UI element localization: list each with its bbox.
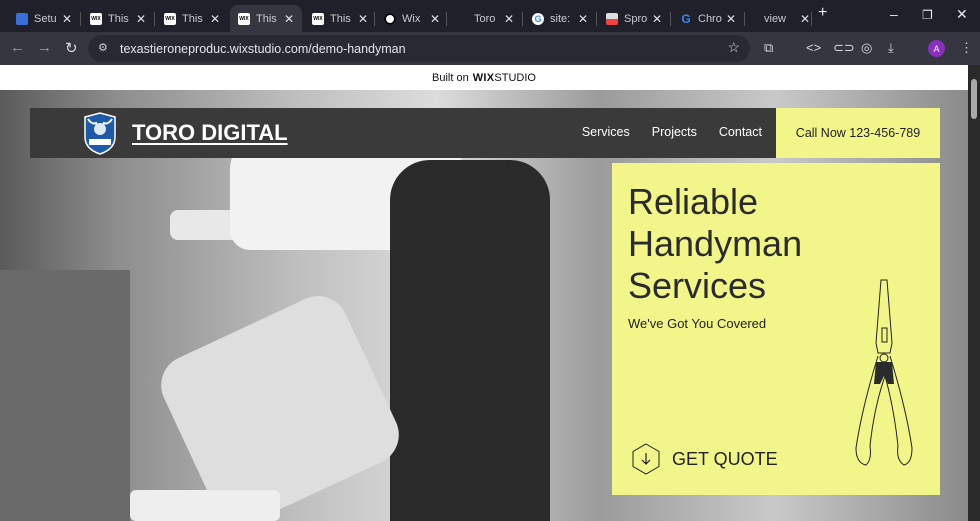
close-icon[interactable]: ✕ — [800, 12, 810, 26]
hero-title: Reliable Handyman Services — [628, 181, 803, 306]
toolbar: ← → ↻ ⚙ texastieroneproduc.wixstudio.com… — [0, 32, 980, 65]
hero-section: TORO DIGITAL Services Projects Contact C… — [0, 90, 968, 521]
hero-card: Reliable Handyman Services We've Got You… — [612, 163, 940, 495]
code-icon[interactable]: <> — [806, 40, 821, 55]
get-quote-label: GET QUOTE — [672, 448, 778, 469]
wix-logo: WIX — [472, 71, 495, 84]
close-icon[interactable]: ✕ — [504, 12, 514, 26]
background-photo-bag — [151, 286, 409, 521]
tab[interactable]: Spro ✕ — [598, 5, 670, 32]
tab[interactable]: view ✕ — [746, 5, 818, 32]
tab-label: This — [108, 12, 129, 25]
nav-projects[interactable]: Projects — [652, 125, 697, 139]
call-now-button[interactable]: Call Now 123-456-789 — [776, 108, 940, 158]
tab-label: Toro — [474, 12, 496, 25]
shield-icon — [16, 12, 28, 25]
circle-icon — [384, 12, 396, 25]
background-photo-bucket — [130, 490, 280, 521]
close-icon[interactable]: ✕ — [726, 12, 736, 26]
tab[interactable]: WIX This ✕ — [304, 5, 376, 32]
divider — [596, 12, 597, 26]
tab[interactable]: WIX This ✕ — [82, 5, 154, 32]
divider — [446, 12, 447, 26]
tab-label: view — [764, 12, 787, 25]
back-button[interactable]: ← — [10, 39, 25, 56]
tab[interactable]: Gsite: ✕ — [524, 5, 596, 32]
close-icon[interactable]: ✕ — [210, 12, 220, 26]
close-icon[interactable]: ✕ — [136, 12, 146, 26]
divider — [670, 12, 671, 26]
site-brand-link[interactable]: TORO DIGITAL — [132, 120, 288, 146]
url-text[interactable]: texastieroneproduc.wixstudio.com/demo-ha… — [120, 42, 406, 56]
tab[interactable]: Toro ✕ — [450, 5, 522, 32]
tab-active[interactable]: WIX This ✕ — [230, 5, 302, 32]
tab-label: This — [182, 12, 203, 25]
close-icon[interactable]: ✕ — [578, 12, 588, 26]
tab-label: Chro — [698, 12, 722, 25]
close-window-button[interactable]: ✕ — [956, 6, 968, 23]
menu-icon[interactable]: ⋮ — [960, 40, 973, 56]
wix-icon: WIX — [238, 12, 250, 25]
forward-button[interactable]: → — [37, 39, 52, 56]
site-header: TORO DIGITAL Services Projects Contact — [30, 108, 776, 158]
screenshot-icon[interactable]: ◎ — [861, 40, 872, 56]
tab-label: Setu — [34, 12, 57, 25]
tab-label: Wix — [402, 12, 421, 25]
nav-services[interactable]: Services — [582, 125, 630, 139]
banner-prefix: Built on — [432, 71, 469, 84]
site-nav: Services Projects Contact — [582, 125, 762, 139]
divider — [80, 12, 81, 26]
restore-button[interactable]: ❐ — [922, 8, 933, 22]
divider — [374, 12, 375, 26]
avatar[interactable]: A — [928, 40, 945, 57]
divider — [522, 12, 523, 26]
scrollbar-thumb[interactable] — [971, 79, 977, 119]
divider — [811, 12, 812, 26]
nav-contact[interactable]: Contact — [719, 125, 762, 139]
background-photo-pants — [390, 160, 550, 521]
web-page: Built on WIXSTUDIO TORO DIGITAL Services… — [0, 65, 968, 521]
close-icon[interactable]: ✕ — [284, 12, 294, 26]
new-tab-button[interactable]: + — [818, 4, 827, 22]
close-icon[interactable]: ✕ — [652, 12, 662, 26]
divider — [744, 12, 745, 26]
divider — [154, 12, 155, 26]
wix-icon: WIX — [312, 12, 324, 25]
studio-label: STUDIO — [494, 71, 536, 84]
star-icon[interactable]: ☆ — [727, 39, 740, 56]
close-icon[interactable]: ✕ — [430, 12, 440, 26]
address-bar[interactable]: ⚙ texastieroneproduc.wixstudio.com/demo-… — [88, 35, 750, 62]
tab-strip: Setu ✕ WIX This ✕ WIX This ✕ WIX This ✕ WIX This… — [0, 0, 980, 32]
toro-logo[interactable] — [82, 111, 118, 155]
close-icon[interactable]: ✕ — [358, 12, 368, 26]
pliers-icon — [855, 279, 913, 466]
wix-banner[interactable]: Built on WIXSTUDIO — [0, 65, 968, 90]
extensions-icon[interactable]: ⧉ — [764, 40, 773, 56]
tab-label: site: — [550, 12, 571, 25]
minimize-button[interactable]: – — [890, 6, 898, 22]
get-quote-button[interactable]: GET QUOTE — [632, 443, 778, 475]
google-icon: G — [532, 12, 544, 25]
link-icon[interactable]: ⊂⊃ — [833, 40, 855, 56]
tab[interactable]: Setu ✕ — [8, 5, 80, 32]
google-icon: G — [681, 11, 691, 26]
tab-label: Spro — [624, 12, 648, 25]
tab[interactable]: WIX This ✕ — [156, 5, 228, 32]
sprout-icon — [606, 12, 618, 25]
site-info-icon[interactable]: ⚙ — [98, 41, 108, 54]
download-icon[interactable]: ⤓ — [888, 40, 894, 56]
arrow-down-hexagon-icon — [632, 443, 660, 475]
wix-icon: WIX — [164, 12, 176, 25]
reload-button[interactable]: ↻ — [65, 39, 78, 57]
tab[interactable]: Wix ✕ — [376, 5, 448, 32]
scrollbar[interactable] — [968, 65, 980, 521]
tab[interactable]: G Chro ✕ — [672, 5, 744, 32]
tab-label: This — [256, 12, 277, 25]
wix-icon: WIX — [90, 12, 102, 25]
tab-label: This — [330, 12, 351, 25]
hero-subtitle: We've Got You Covered — [628, 316, 767, 331]
background-photo-box — [0, 270, 130, 521]
close-icon[interactable]: ✕ — [62, 12, 72, 26]
